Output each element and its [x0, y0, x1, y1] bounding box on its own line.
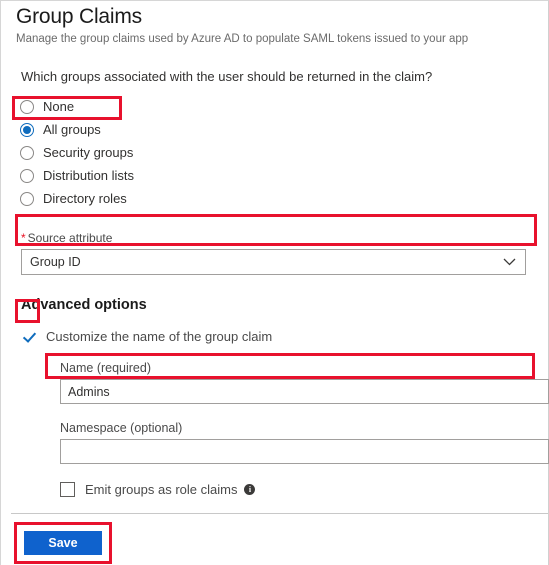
customize-name-checkbox-row[interactable]: Customize the name of the group claim	[21, 329, 272, 344]
radio-indicator-directory-roles	[20, 191, 34, 206]
source-attribute-select[interactable]: Group ID	[21, 249, 526, 275]
name-input-value: Admins	[68, 384, 110, 399]
namespace-field-block: Namespace (optional)	[60, 421, 549, 464]
name-field-block: Name (required) Admins	[60, 361, 549, 404]
panel-header: Group Claims Manage the group claims use…	[1, 1, 548, 47]
source-attribute-label: * Source attribute	[21, 231, 548, 245]
radio-option-security-groups[interactable]: Security groups	[20, 142, 137, 163]
customize-name-checkbox[interactable]	[21, 329, 36, 344]
page-title: Group Claims	[16, 5, 142, 28]
radio-indicator-none	[20, 99, 34, 114]
emit-role-claims-label: Emit groups as role claims	[85, 482, 238, 497]
group-claims-panel: Group Claims Manage the group claims use…	[0, 0, 549, 565]
emit-role-claims-checkbox[interactable]	[60, 482, 75, 497]
panel-content: Which groups associated with the user sh…	[1, 69, 549, 497]
advanced-options-heading: Advanced options	[21, 297, 147, 313]
footer-divider	[11, 513, 548, 514]
radio-label-distribution-lists: Distribution lists	[43, 168, 135, 183]
namespace-input[interactable]	[60, 439, 549, 464]
group-claim-radio-group: None All groups Security groups Distribu…	[20, 96, 548, 209]
radio-indicator-distribution-lists	[20, 168, 34, 183]
info-icon[interactable]: i	[244, 484, 256, 495]
source-attribute-field: * Source attribute Group ID	[21, 231, 548, 275]
emit-role-claims-checkbox-row[interactable]: Emit groups as role claims i	[60, 482, 256, 497]
save-button[interactable]: Save	[24, 531, 102, 555]
radio-label-none: None	[43, 99, 75, 114]
customize-name-label: Customize the name of the group claim	[46, 329, 273, 344]
name-input[interactable]: Admins	[60, 379, 549, 404]
required-asterisk: *	[21, 231, 26, 245]
radio-indicator-all-groups	[20, 122, 34, 137]
radio-option-distribution-lists[interactable]: Distribution lists	[20, 165, 138, 186]
namespace-field-label: Namespace (optional)	[60, 421, 183, 435]
group-claim-question: Which groups associated with the user sh…	[21, 69, 433, 84]
radio-label-all-groups: All groups	[43, 122, 101, 137]
radio-option-all-groups[interactable]: All groups	[20, 119, 105, 140]
source-attribute-value: Group ID	[30, 255, 81, 269]
name-field-label: Name (required)	[60, 361, 152, 375]
page-subtitle: Manage the group claims used by Azure AD…	[16, 33, 469, 45]
radio-option-none[interactable]: None	[20, 96, 78, 117]
radio-label-directory-roles: Directory roles	[43, 191, 127, 206]
source-attribute-label-text: Source attribute	[27, 231, 113, 245]
chevron-down-icon	[503, 258, 516, 267]
radio-label-security-groups: Security groups	[43, 145, 134, 160]
radio-option-directory-roles[interactable]: Directory roles	[20, 188, 131, 209]
radio-indicator-security-groups	[20, 145, 34, 160]
